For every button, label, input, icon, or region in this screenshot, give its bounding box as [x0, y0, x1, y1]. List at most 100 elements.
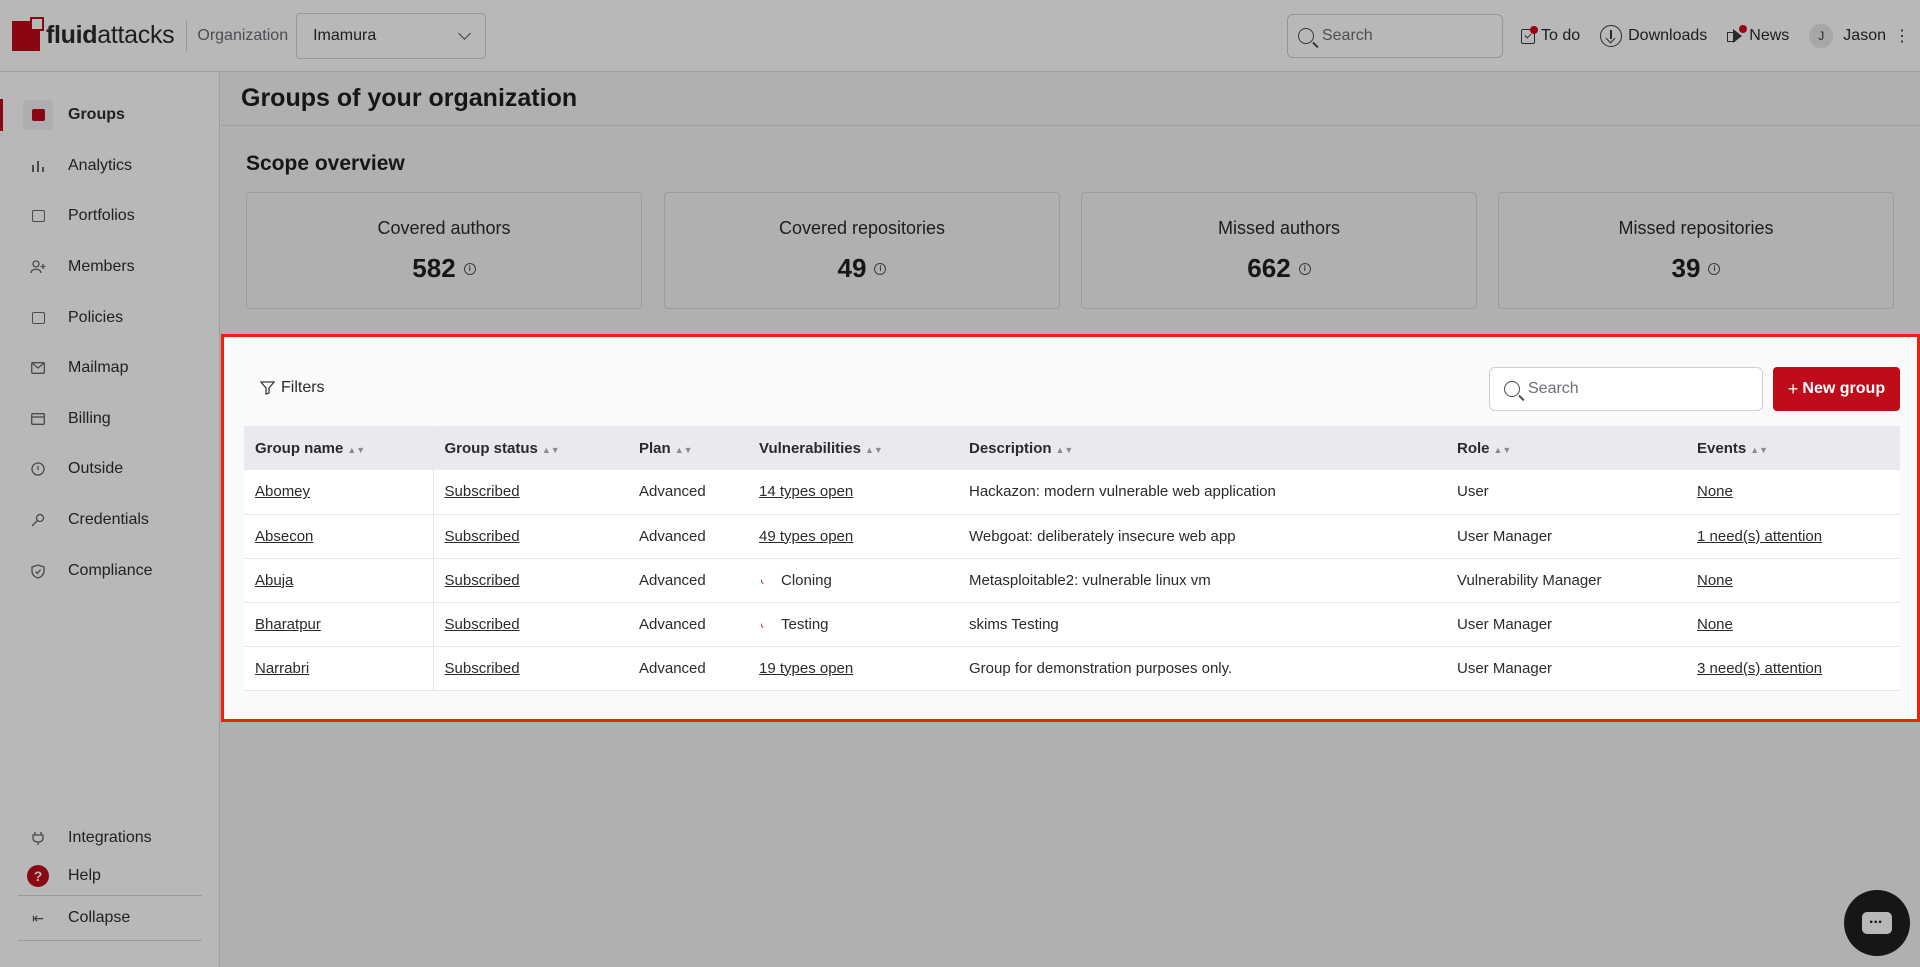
downloads-label: Downloads — [1628, 27, 1708, 44]
search-icon — [1297, 28, 1314, 44]
description-cell: Hackazon: modern vulnerable web applicat… — [969, 483, 1276, 501]
sidebar-item-outside[interactable]: Outside — [0, 449, 220, 489]
sidebar-item-label: Compliance — [68, 562, 153, 579]
column-header-description[interactable]: Description ▲▼ — [958, 426, 1446, 470]
table-row[interactable]: Bharatpur Subscribed Advanced Testing sk… — [244, 602, 1900, 646]
sidebar-item-mailmap[interactable]: Mailmap — [0, 348, 220, 388]
sidebar: Groups Analytics Portfolios Members Poli… — [0, 72, 220, 967]
organization-select[interactable]: Imamura — [296, 12, 487, 59]
table-search[interactable] — [1489, 367, 1763, 411]
table-row[interactable]: Narrabri Subscribed Advanced 19 types op… — [244, 646, 1900, 690]
fluidattacks-logo[interactable]: fluidattacks — [12, 16, 175, 56]
group-status-link[interactable]: Subscribed — [433, 602, 628, 646]
todo-button[interactable]: To do — [1520, 25, 1580, 45]
scope-overview-title: Scope overview — [246, 152, 405, 175]
card-label: Missed repositories — [1618, 218, 1774, 238]
events-link[interactable]: None — [1686, 558, 1900, 602]
info-icon[interactable]: i — [874, 262, 887, 275]
table-row[interactable]: Abomey Subscribed Advanced 14 types open… — [244, 470, 1900, 514]
groups-table: Group name ▲▼ Group status ▲▼ Plan ▲▼ Vulne… — [244, 426, 1900, 691]
group-status-link[interactable]: Subscribed — [433, 470, 628, 514]
description-cell: Metasploitable2: vulnerable linux vm — [969, 571, 1211, 589]
user-plus-icon — [30, 260, 46, 274]
sidebar-item-credentials[interactable]: Credentials — [0, 500, 220, 540]
card-label: Covered authors — [377, 218, 511, 238]
mail-icon — [31, 362, 45, 374]
search-icon — [1504, 381, 1520, 397]
group-status-link[interactable]: Subscribed — [433, 514, 628, 558]
sidebar-item-help[interactable]: ? Help — [0, 856, 220, 896]
global-search-input[interactable] — [1321, 27, 1492, 45]
filters-button[interactable]: Filters — [260, 379, 325, 397]
sidebar-item-label: Members — [68, 258, 135, 275]
card-label: Missed authors — [1217, 218, 1341, 238]
table-search-input[interactable] — [1528, 380, 1748, 398]
sort-icon: ▲▼ — [1493, 444, 1512, 455]
sort-icon: ▲▼ — [1750, 444, 1769, 455]
global-search[interactable] — [1286, 14, 1503, 58]
description-cell: Group for demonstration purposes only. — [969, 659, 1233, 677]
column-header-role[interactable]: Role ▲▼ — [1446, 426, 1686, 470]
vulnerabilities-status-text: Testing — [781, 615, 829, 633]
sidebar-item-billing[interactable]: Billing — [0, 399, 220, 439]
chevron-down-icon — [458, 26, 471, 40]
sidebar-divider — [18, 940, 202, 941]
vulnerabilities-link[interactable]: 14 types open — [748, 470, 958, 514]
info-icon[interactable]: i — [463, 262, 476, 275]
sidebar-item-compliance[interactable]: Compliance — [0, 551, 220, 591]
sidebar-item-groups[interactable]: Groups — [0, 95, 220, 135]
events-link[interactable]: None — [1686, 602, 1900, 646]
download-icon — [1600, 25, 1623, 47]
info-icon[interactable]: i — [1708, 262, 1721, 275]
sidebar-item-integrations[interactable]: Integrations — [0, 818, 220, 858]
news-button[interactable]: News — [1727, 25, 1790, 45]
page-title: Groups of your organization — [241, 84, 578, 112]
group-name-link[interactable]: Abuja — [244, 558, 434, 602]
news-label: News — [1749, 27, 1790, 44]
column-header-plan[interactable]: Plan ▲▼ — [628, 426, 748, 470]
sidebar-item-policies[interactable]: Policies — [0, 298, 220, 338]
group-name-link[interactable]: Narrabri — [244, 646, 434, 690]
sort-icon: ▲▼ — [674, 444, 693, 455]
card-value: 39 — [1671, 253, 1701, 283]
key-icon — [31, 513, 45, 527]
info-icon[interactable]: i — [1298, 262, 1311, 275]
events-link[interactable]: 1 need(s) attention — [1686, 514, 1900, 558]
sort-icon: ▲▼ — [541, 444, 560, 455]
vulnerabilities-link[interactable]: 19 types open — [748, 646, 958, 690]
downloads-button[interactable]: Downloads — [1600, 25, 1707, 47]
card-label: Covered repositories — [778, 218, 946, 238]
scope-card-missed-repositories: Missed repositories 39 i — [1498, 192, 1894, 309]
user-menu[interactable]: J Jason ⋮ — [1809, 24, 1920, 48]
card-value: 662 — [1247, 253, 1291, 283]
group-status-link[interactable]: Subscribed — [433, 646, 628, 690]
sidebar-item-analytics[interactable]: Analytics — [0, 146, 220, 186]
sidebar-item-portfolios[interactable]: Portfolios — [0, 196, 220, 236]
sidebar-item-label: Groups — [68, 106, 125, 123]
group-name-link[interactable]: Abomey — [244, 470, 434, 514]
main-content: Groups of your organization Scope overvi… — [221, 72, 1920, 967]
chat-widget-button[interactable] — [1844, 890, 1910, 956]
column-header-vulnerabilities[interactable]: Vulnerabilities ▲▼ — [748, 426, 958, 470]
sidebar-item-members[interactable]: Members — [0, 247, 220, 287]
events-link[interactable]: None — [1686, 470, 1900, 514]
group-name-link[interactable]: Bharatpur — [244, 602, 434, 646]
column-header-events[interactable]: Events ▲▼ — [1686, 426, 1900, 470]
events-link[interactable]: 3 need(s) attention — [1686, 646, 1900, 690]
todo-icon — [1520, 25, 1538, 44]
plan-cell: Advanced — [639, 527, 706, 545]
plug-icon — [32, 832, 44, 845]
vulnerabilities-link[interactable]: 49 types open — [748, 514, 958, 558]
column-header-group-name[interactable]: Group name ▲▼ — [244, 426, 434, 470]
filter-icon — [260, 381, 275, 395]
table-row[interactable]: Absecon Subscribed Advanced 49 types ope… — [244, 514, 1900, 558]
sidebar-collapse-button[interactable]: ⇤ Collapse — [0, 898, 220, 938]
new-group-button[interactable]: + New group — [1773, 367, 1900, 411]
group-name-link[interactable]: Absecon — [244, 514, 434, 558]
column-header-group-status[interactable]: Group status ▲▼ — [433, 426, 628, 470]
group-status-link[interactable]: Subscribed — [433, 558, 628, 602]
plan-cell: Advanced — [639, 615, 706, 633]
kebab-menu-icon[interactable]: ⋮ — [1894, 26, 1910, 46]
table-row[interactable]: Abuja Subscribed Advanced Cloning Metasp… — [244, 558, 1900, 602]
policy-icon — [31, 312, 45, 324]
